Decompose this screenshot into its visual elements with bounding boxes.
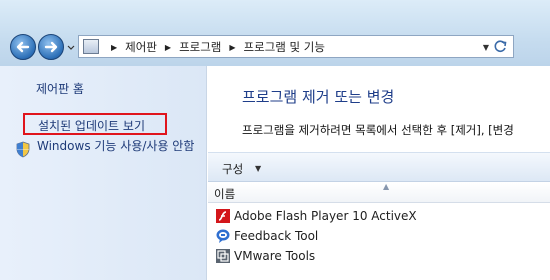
forward-button[interactable] [38, 34, 64, 60]
list-item[interactable]: Adobe Flash Player 10 ActiveX [208, 206, 550, 226]
program-list: Adobe Flash Player 10 ActiveX Feedback T… [208, 206, 550, 266]
chevron-right-icon[interactable]: ▶ [111, 43, 117, 52]
organize-button[interactable]: 구성 [222, 161, 243, 177]
refresh-button[interactable] [492, 38, 509, 55]
page-title: 프로그램 제거 또는 변경 [242, 88, 395, 106]
sort-ascending-icon: ▲ [383, 182, 390, 191]
back-arrow-icon [16, 41, 30, 53]
control-panel-icon [83, 39, 99, 54]
control-panel-home-link[interactable]: 제어판 홈 [36, 80, 84, 97]
chevron-right-icon[interactable]: ▶ [229, 43, 235, 52]
breadcrumb-control-panel[interactable]: 제어판 [125, 39, 157, 55]
program-name: VMware Tools [234, 249, 316, 263]
feedback-tool-icon [215, 228, 231, 244]
chevron-down-icon[interactable]: ▼ [255, 164, 261, 173]
programs-and-features-pane: 프로그램 제거 또는 변경 프로그램을 제거하려면 목록에서 선택한 후 [제거… [208, 66, 550, 280]
address-bar[interactable]: ▶ 제어판 ▶ 프로그램 ▶ 프로그램 및 기능 ▼ [78, 35, 514, 58]
breadcrumb-programs-and-features[interactable]: 프로그램 및 기능 [244, 39, 325, 55]
view-installed-updates-link[interactable]: 설치된 업데이트 보기 [23, 113, 167, 135]
program-name: Feedback Tool [234, 229, 319, 243]
windows-features-link[interactable]: Windows 기능 사용/사용 안함 [37, 139, 202, 154]
task-pane: 제어판 홈 설치된 업데이트 보기 Windows 기능 사용/사용 안함 [0, 66, 207, 280]
chevron-right-icon[interactable]: ▶ [165, 43, 171, 52]
navigation-bar: ▶ 제어판 ▶ 프로그램 ▶ 프로그램 및 기능 ▼ [0, 0, 550, 66]
back-button[interactable] [10, 34, 36, 60]
column-header-name[interactable]: 이름 [214, 186, 235, 202]
breadcrumb: ▶ 제어판 ▶ 프로그램 ▶ 프로그램 및 기능 [103, 39, 325, 55]
column-header-row: 이름 ▲ [208, 182, 550, 203]
vmware-icon [215, 248, 231, 264]
refresh-icon [494, 40, 507, 52]
forward-arrow-icon [44, 41, 58, 53]
command-bar: 구성 ▼ [208, 152, 550, 182]
program-name: Adobe Flash Player 10 ActiveX [234, 209, 417, 223]
recent-pages-dropdown-icon[interactable] [66, 42, 76, 52]
address-dropdown-icon[interactable]: ▼ [483, 43, 489, 52]
page-description: 프로그램을 제거하려면 목록에서 선택한 후 [제거], [변경 [242, 123, 514, 137]
list-item[interactable]: Feedback Tool [208, 226, 550, 246]
uac-shield-icon [15, 141, 31, 158]
breadcrumb-programs[interactable]: 프로그램 [179, 39, 221, 55]
flash-icon [215, 208, 231, 224]
list-item[interactable]: VMware Tools [208, 246, 550, 266]
